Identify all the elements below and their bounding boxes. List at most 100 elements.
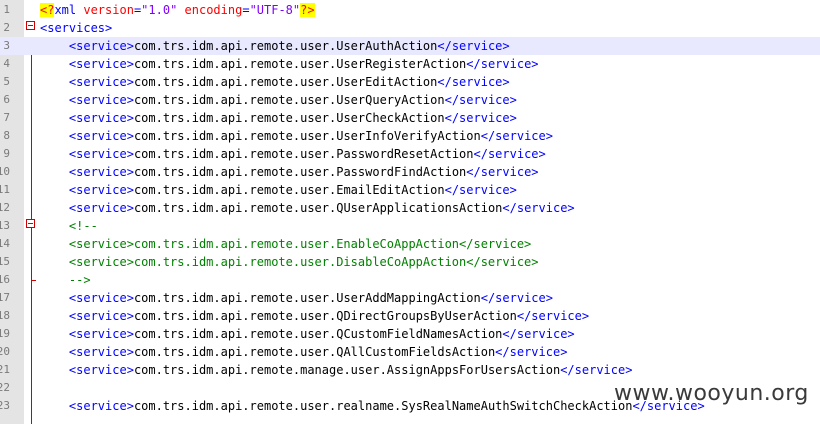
code-line[interactable]: 15 <service>com.trs.idm.api.remote.user.…	[0, 253, 820, 271]
code-token: com.trs.idm.api.remote.user.UserAddMappi…	[133, 291, 481, 305]
code-line[interactable]: 10 <service>com.trs.idm.api.remote.user.…	[0, 163, 820, 181]
xml-tag: </service>	[444, 93, 517, 107]
code-token: com.trs.idm.api.remote.user.UserCheckAct…	[133, 111, 445, 125]
code-text: <service>com.trs.idm.api.remote.user.Use…	[40, 289, 553, 307]
line-number: 16	[0, 273, 10, 286]
code-line[interactable]: 13 <!--	[0, 217, 820, 235]
code-line[interactable]: 4 <service>com.trs.idm.api.remote.user.U…	[0, 55, 820, 73]
code-token: com.trs.idm.api.remote.user.EmailEditAct…	[133, 183, 445, 197]
xml-tag: <service>	[68, 183, 134, 197]
xml-tag: </service>	[560, 363, 633, 377]
xml-tag: </service>	[480, 291, 553, 305]
xml-tag: </service>	[444, 111, 517, 125]
xml-comment: -->	[40, 273, 91, 287]
code-text: <?xml version="1.0" encoding="UTF-8"?>	[40, 1, 315, 19]
code-text: <service>com.trs.idm.api.remote.user.Pas…	[40, 145, 546, 163]
code-token: com.trs.idm.api.remote.user.UserAuthActi…	[133, 39, 438, 53]
line-number: 21	[0, 363, 10, 376]
xml-tag: </service>	[480, 129, 553, 143]
line-number: 15	[0, 255, 10, 268]
code-text: <service>com.trs.idm.api.remote.user.QAl…	[40, 343, 568, 361]
xml-attribute-value: "UTF-8"	[249, 3, 301, 17]
line-number: 14	[0, 237, 10, 250]
code-line[interactable]: 17 <service>com.trs.idm.api.remote.user.…	[0, 289, 820, 307]
code-token: com.trs.idm.api.remote.user.UserEditActi…	[133, 75, 438, 89]
xml-declaration-delimiter: <?	[40, 3, 55, 17]
code-token: com.trs.idm.api.remote.user.UserInfoVeri…	[133, 129, 481, 143]
xml-tag: xml	[54, 3, 84, 17]
xml-tag: </service>	[502, 201, 575, 215]
xml-tag: <service>	[68, 93, 134, 107]
code-text: <!--	[40, 217, 98, 235]
code-text: <service>com.trs.idm.api.remote.user.Dis…	[40, 253, 539, 271]
line-number: 1	[3, 3, 10, 16]
xml-comment: <service>com.trs.idm.api.remote.user.Dis…	[40, 255, 539, 269]
line-number: 11	[0, 183, 10, 196]
code-line[interactable]: 20 <service>com.trs.idm.api.remote.user.…	[0, 343, 820, 361]
xml-tag: </service>	[502, 327, 575, 341]
code-token: com.trs.idm.api.remote.user.PasswordRese…	[133, 147, 474, 161]
code-line[interactable]: 2 <services>	[0, 19, 820, 37]
xml-tag: </service>	[466, 57, 539, 71]
code-line[interactable]: 7 <service>com.trs.idm.api.remote.user.U…	[0, 109, 820, 127]
xml-tag: <service>	[68, 75, 134, 89]
xml-tag: <service>	[68, 399, 134, 413]
xml-tag: <service>	[68, 291, 134, 305]
line-number: 5	[3, 75, 10, 88]
code-line[interactable]: 19 <service>com.trs.idm.api.remote.user.…	[0, 325, 820, 343]
code-line[interactable]: 18 <service>com.trs.idm.api.remote.user.…	[0, 307, 820, 325]
xml-comment: <!--	[40, 219, 98, 233]
line-number: 19	[0, 327, 10, 340]
code-line[interactable]: 3 <service>com.trs.idm.api.remote.user.U…	[0, 37, 820, 55]
line-number: 9	[3, 147, 10, 160]
code-line[interactable]: 6 <service>com.trs.idm.api.remote.user.U…	[0, 91, 820, 109]
code-text: <service>com.trs.idm.api.remote.user.Use…	[40, 55, 539, 73]
code-line[interactable]: 8 <service>com.trs.idm.api.remote.user.U…	[0, 127, 820, 145]
xml-tag: <services>	[40, 21, 113, 35]
code-text: <service>com.trs.idm.api.remote.user.Use…	[40, 37, 510, 55]
code-line[interactable]: 5 <service>com.trs.idm.api.remote.user.U…	[0, 73, 820, 91]
xml-tag: </service>	[437, 39, 510, 53]
code-line[interactable]: 1 <?xml version="1.0" encoding="UTF-8"?>	[0, 1, 820, 19]
line-number: 10	[0, 165, 10, 178]
code-line[interactable]: 21 <service>com.trs.idm.api.remote.manag…	[0, 361, 820, 379]
xml-tag: <service>	[68, 111, 134, 125]
xml-tag: =	[242, 3, 250, 17]
xml-tag: <service>	[68, 39, 134, 53]
xml-attribute: version	[83, 3, 134, 17]
code-token: com.trs.idm.api.remote.user.UserRegister…	[133, 57, 467, 71]
xml-tag: </service>	[495, 345, 568, 359]
xml-tag: </service>	[437, 75, 510, 89]
xml-attribute: encoding	[184, 3, 243, 17]
line-number: 8	[3, 129, 10, 142]
code-line[interactable]: 16 -->	[0, 271, 820, 289]
code-line[interactable]: 11 <service>com.trs.idm.api.remote.user.…	[0, 181, 820, 199]
xml-declaration-delimiter: ?>	[300, 3, 315, 17]
xml-tag: </service>	[473, 147, 546, 161]
code-text: <service>com.trs.idm.api.remote.user.rea…	[40, 397, 705, 415]
xml-tag: <service>	[68, 327, 134, 341]
xml-tag: </service>	[516, 309, 590, 323]
code-line[interactable]: 9 <service>com.trs.idm.api.remote.user.P…	[0, 145, 820, 163]
code-line[interactable]: 14 <service>com.trs.idm.api.remote.user.…	[0, 235, 820, 253]
line-number: 6	[3, 93, 10, 106]
xml-tag: <service>	[68, 129, 134, 143]
code-text: <service>com.trs.idm.api.remote.user.QCu…	[40, 325, 575, 343]
code-text: <service>com.trs.idm.api.remote.user.Use…	[40, 91, 517, 109]
xml-tag	[177, 3, 184, 17]
line-number: 18	[0, 309, 10, 322]
code-line[interactable]: 12 <service>com.trs.idm.api.remote.user.…	[0, 199, 820, 217]
code-token: com.trs.idm.api.remote.user.QUserApplica…	[133, 201, 503, 215]
